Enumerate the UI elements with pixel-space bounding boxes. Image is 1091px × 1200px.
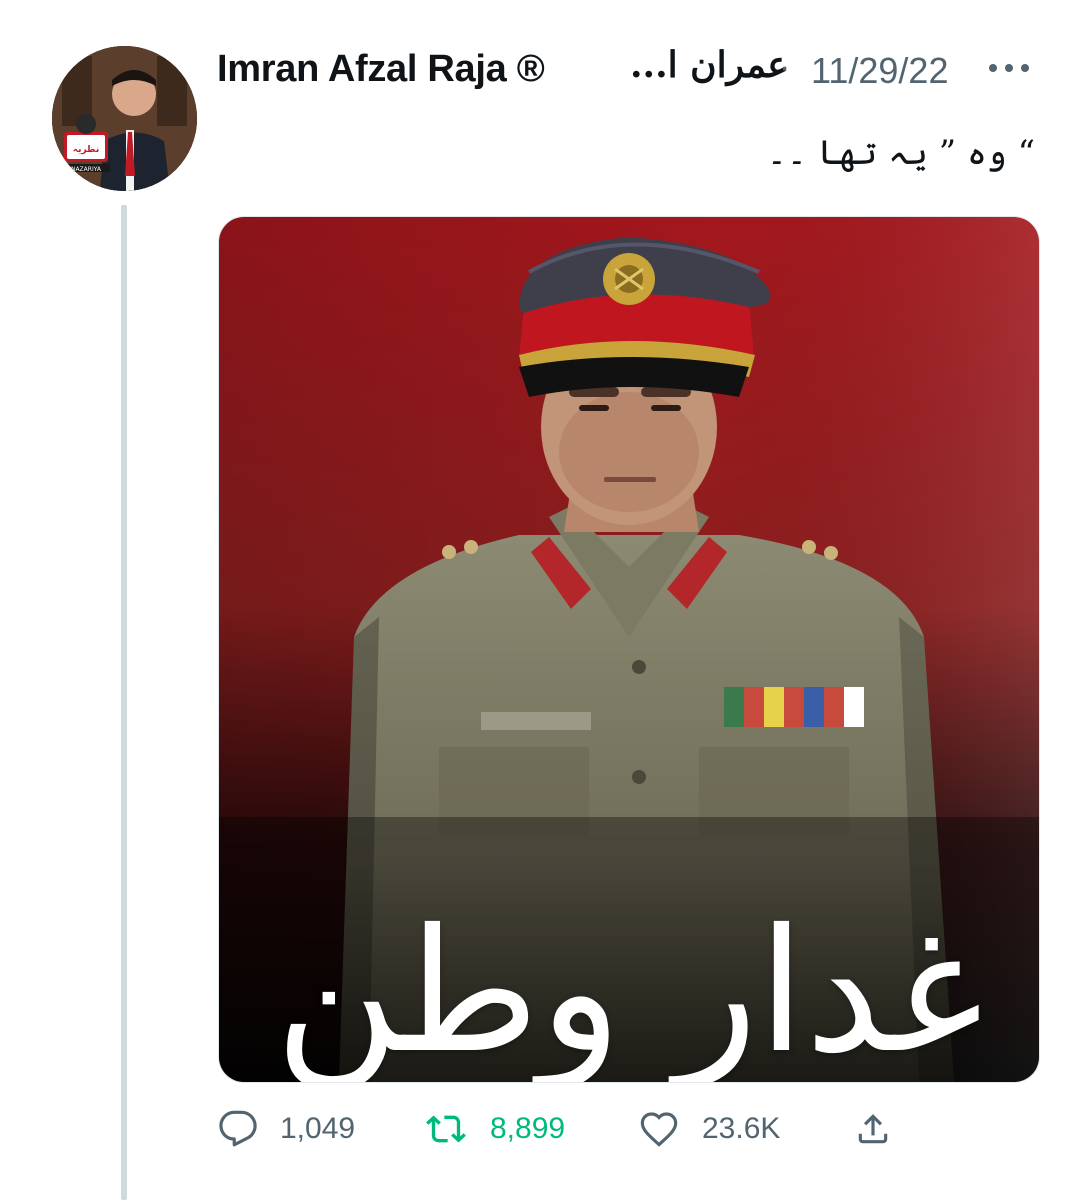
avatar[interactable]: نظریہ NAZARIYA	[52, 46, 197, 191]
retweet-count: 8,899	[490, 1112, 566, 1145]
author-name-urdu[interactable]: عمران ا...	[630, 44, 789, 86]
tweet-header: Imran Afzal Raja ® عمران ا... · 11/29/22	[217, 44, 1047, 100]
header-separator: ·	[779, 48, 791, 86]
reply-button[interactable]: 1,049	[218, 1104, 355, 1154]
tweet-text: “ وہ ” یہ تھا ۔۔	[766, 133, 1035, 173]
reply-icon	[219, 1110, 257, 1147]
tweet-date[interactable]: 11/29/22	[811, 50, 948, 92]
avatar-image: نظریہ NAZARIYA	[52, 46, 197, 191]
action-bar: 1,049 8,899 23.6K	[218, 1104, 918, 1154]
reply-count: 1,049	[280, 1112, 356, 1145]
avatar-logo-label: NAZARIYA	[71, 166, 102, 173]
share-button[interactable]	[854, 1104, 914, 1154]
more-icon[interactable]	[985, 50, 1033, 86]
author-display-name[interactable]: Imran Afzal Raja ®	[217, 48, 545, 91]
retweet-button[interactable]: 8,899	[424, 1104, 565, 1154]
heart-icon	[640, 1112, 678, 1147]
tweet-image[interactable]: غدارِ وطن	[218, 216, 1040, 1083]
retweet-icon	[426, 1115, 466, 1143]
like-button[interactable]: 23.6K	[638, 1104, 780, 1154]
svg-text:نظریہ: نظریہ	[73, 145, 99, 155]
like-count: 23.6K	[702, 1112, 781, 1145]
thread-connector-line	[121, 205, 127, 1200]
image-overlay-text: غدارِ وطن	[274, 893, 984, 1083]
share-icon	[858, 1114, 888, 1144]
